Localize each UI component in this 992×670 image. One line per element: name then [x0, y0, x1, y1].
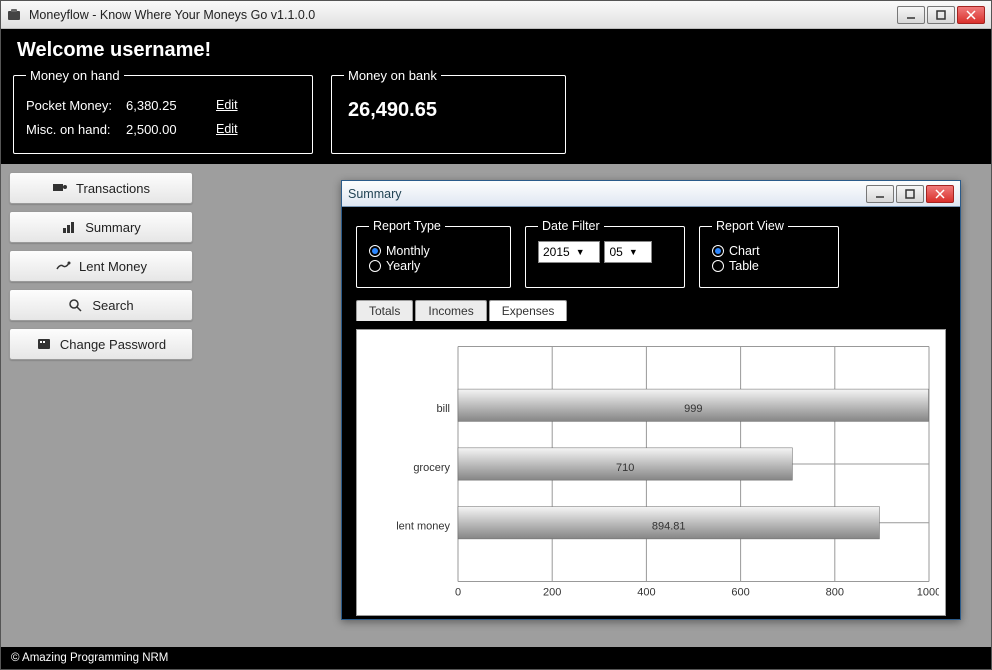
svg-text:1000: 1000 [917, 587, 939, 599]
sidebar-item-summary[interactable]: Summary [9, 211, 193, 243]
year-combobox[interactable]: 2015▼ [538, 241, 600, 263]
footer-text: © Amazing Programming NRM [11, 652, 168, 664]
workarea: Summary Report Type Monthly Ye [201, 164, 991, 647]
close-button[interactable] [957, 6, 985, 24]
misc-on-hand-value: 2,500.00 [126, 122, 216, 137]
tab-incomes[interactable]: Incomes [415, 300, 486, 321]
svg-text:200: 200 [543, 587, 561, 599]
search-icon [68, 298, 84, 312]
summary-minimize-button[interactable] [866, 185, 894, 203]
footer: © Amazing Programming NRM [1, 647, 991, 669]
money-on-bank-legend: Money on bank [344, 68, 441, 83]
report-view-table-radio[interactable]: Table [712, 259, 759, 273]
transactions-icon [52, 181, 68, 195]
minimize-button[interactable] [897, 6, 925, 24]
svg-text:bill: bill [437, 403, 450, 415]
chevron-down-icon: ▼ [576, 247, 585, 257]
chevron-down-icon: ▼ [629, 247, 638, 257]
svg-text:400: 400 [637, 587, 655, 599]
svg-text:894.81: 894.81 [652, 521, 686, 533]
sidebar-item-label: Transactions [76, 181, 150, 196]
money-on-hand-panel: Money on hand Pocket Money: 6,380.25 Edi… [13, 68, 313, 154]
client-area: Welcome username! Money on hand Pocket M… [1, 29, 991, 669]
sidebar-item-label: Summary [85, 220, 141, 235]
sidebar-item-change-password[interactable]: Change Password [9, 328, 193, 360]
summary-titlebar[interactable]: Summary [342, 181, 960, 207]
month-combobox[interactable]: 05▼ [604, 241, 652, 263]
pocket-money-edit-link[interactable]: Edit [216, 98, 238, 112]
sidebar-item-lent-money[interactable]: Lent Money [9, 250, 193, 282]
money-on-bank-panel: Money on bank 26,490.65 [331, 68, 566, 154]
report-view-legend: Report View [712, 219, 788, 233]
report-type-group: Report Type Monthly Yearly [356, 219, 511, 288]
tab-expenses[interactable]: Expenses [489, 300, 568, 321]
titlebar[interactable]: Moneyflow - Know Where Your Moneys Go v1… [1, 1, 991, 29]
password-icon [36, 337, 52, 351]
report-view-chart-radio[interactable]: Chart [712, 244, 760, 258]
sidebar-item-search[interactable]: Search [9, 289, 193, 321]
money-on-bank-value: 26,490.65 [344, 93, 553, 128]
date-filter-legend: Date Filter [538, 219, 604, 233]
summary-window: Summary Report Type Monthly Ye [341, 180, 961, 620]
summary-tabs: Totals Incomes Expenses [356, 300, 946, 321]
svg-text:710: 710 [616, 462, 634, 474]
tab-totals[interactable]: Totals [356, 300, 413, 321]
misc-on-hand-edit-link[interactable]: Edit [216, 122, 238, 136]
welcome-heading: Welcome username! [1, 29, 991, 68]
app-icon [7, 8, 23, 22]
money-on-hand-legend: Money on hand [26, 68, 124, 83]
expenses-bar-chart: 0 200 400 600 800 1000 bill 999 grocery 710 lent m… [363, 336, 939, 609]
summary-icon [61, 220, 77, 234]
sidebar-item-transactions[interactable]: Transactions [9, 172, 193, 204]
svg-text:999: 999 [684, 403, 702, 415]
sidebar: Transactions Summary Lent Money Search C… [1, 164, 201, 647]
maximize-button[interactable] [927, 6, 955, 24]
chart-area: 0 200 400 600 800 1000 bill 999 grocery 710 lent m… [356, 329, 946, 616]
svg-text:grocery: grocery [413, 462, 450, 474]
pocket-money-value: 6,380.25 [126, 98, 216, 113]
lent-money-icon [55, 259, 71, 273]
report-type-monthly-radio[interactable]: Monthly [369, 244, 430, 258]
svg-text:600: 600 [731, 587, 749, 599]
svg-text:800: 800 [826, 587, 844, 599]
report-type-legend: Report Type [369, 219, 445, 233]
svg-text:0: 0 [455, 587, 461, 599]
app-window: Moneyflow - Know Where Your Moneys Go v1… [0, 0, 992, 670]
report-view-group: Report View Chart Table [699, 219, 839, 288]
summary-close-button[interactable] [926, 185, 954, 203]
misc-on-hand-label: Misc. on hand: [26, 122, 126, 137]
date-filter-group: Date Filter 2015▼ 05▼ [525, 219, 685, 288]
sidebar-item-label: Search [92, 298, 133, 313]
summary-maximize-button[interactable] [896, 185, 924, 203]
report-type-yearly-radio[interactable]: Yearly [369, 259, 420, 273]
svg-text:lent money: lent money [396, 521, 450, 533]
pocket-money-label: Pocket Money: [26, 98, 126, 113]
sidebar-item-label: Change Password [60, 337, 166, 352]
sidebar-item-label: Lent Money [79, 259, 147, 274]
window-title: Moneyflow - Know Where Your Moneys Go v1… [29, 8, 897, 22]
summary-window-title: Summary [348, 187, 866, 201]
